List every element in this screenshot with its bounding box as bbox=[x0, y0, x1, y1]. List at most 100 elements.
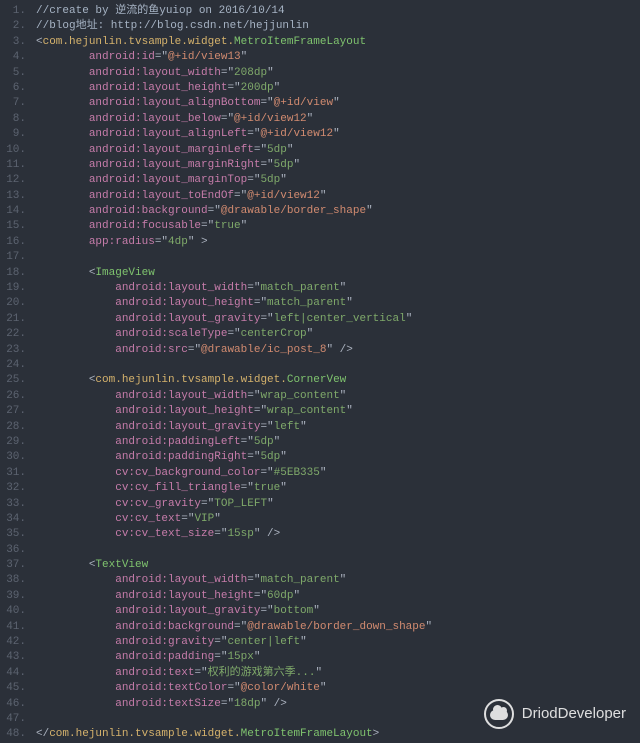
line-number: 37. bbox=[0, 558, 26, 573]
code-line: android:layout_width="match_parent" bbox=[36, 573, 640, 588]
line-number: 43. bbox=[0, 650, 26, 665]
code-line: <com.hejunlin.tvsample.widget.CornerVew bbox=[36, 373, 640, 388]
line-number: 9. bbox=[0, 127, 26, 142]
line-number: 35. bbox=[0, 527, 26, 542]
code-line: android:layout_below="@+id/view12" bbox=[36, 112, 640, 127]
code-line: android:layout_marginRight="5dp" bbox=[36, 158, 640, 173]
code-line: </com.hejunlin.tvsample.widget.MetroItem… bbox=[36, 727, 640, 742]
code-line: android:layout_width="208dp" bbox=[36, 66, 640, 81]
code-line: android:layout_width="match_parent" bbox=[36, 281, 640, 296]
line-number: 3. bbox=[0, 35, 26, 50]
code-line: android:layout_height="200dp" bbox=[36, 81, 640, 96]
code-line: android:background="@drawable/border_sha… bbox=[36, 204, 640, 219]
line-number: 36. bbox=[0, 543, 26, 558]
line-number: 33. bbox=[0, 497, 26, 512]
line-number: 17. bbox=[0, 250, 26, 265]
code-line: android:text="权利的游戏第六季..." bbox=[36, 666, 640, 681]
line-number: 46. bbox=[0, 697, 26, 712]
code-line: android:layout_gravity="left|center_vert… bbox=[36, 312, 640, 327]
line-number: 21. bbox=[0, 312, 26, 327]
line-number: 25. bbox=[0, 373, 26, 388]
line-number: 29. bbox=[0, 435, 26, 450]
code-line: android:layout_marginTop="5dp" bbox=[36, 173, 640, 188]
code-line: android:layout_toEndOf="@+id/view12" bbox=[36, 189, 640, 204]
line-number: 14. bbox=[0, 204, 26, 219]
line-number: 20. bbox=[0, 296, 26, 311]
code-line: android:layout_marginLeft="5dp" bbox=[36, 143, 640, 158]
code-line: //create by 逆流的鱼yuiop on 2016/10/14 bbox=[36, 4, 640, 19]
line-number: 11. bbox=[0, 158, 26, 173]
code-line: android:src="@drawable/ic_post_8" /> bbox=[36, 343, 640, 358]
code-line bbox=[36, 358, 640, 373]
line-number: 40. bbox=[0, 604, 26, 619]
line-number: 6. bbox=[0, 81, 26, 96]
line-number: 44. bbox=[0, 666, 26, 681]
line-number-gutter: 1.2.3.4.5.6.7.8.9.10.11.12.13.14.15.16.1… bbox=[0, 4, 36, 743]
code-line: android:scaleType="centerCrop" bbox=[36, 327, 640, 342]
code-line: //blog地址: http://blog.csdn.net/hejjunlin bbox=[36, 19, 640, 34]
line-number: 15. bbox=[0, 219, 26, 234]
line-number: 12. bbox=[0, 173, 26, 188]
code-line: android:textColor="@color/white" bbox=[36, 681, 640, 696]
line-number: 45. bbox=[0, 681, 26, 696]
line-number: 7. bbox=[0, 96, 26, 111]
line-number: 32. bbox=[0, 481, 26, 496]
line-number: 10. bbox=[0, 143, 26, 158]
line-number: 26. bbox=[0, 389, 26, 404]
code-line: <TextView bbox=[36, 558, 640, 573]
line-number: 18. bbox=[0, 266, 26, 281]
code-line bbox=[36, 250, 640, 265]
code-line: cv:cv_text="VIP" bbox=[36, 512, 640, 527]
line-number: 22. bbox=[0, 327, 26, 342]
code-line: android:layout_gravity="bottom" bbox=[36, 604, 640, 619]
code-line: android:layout_width="wrap_content" bbox=[36, 389, 640, 404]
line-number: 4. bbox=[0, 50, 26, 65]
line-number: 47. bbox=[0, 712, 26, 727]
line-number: 48. bbox=[0, 727, 26, 742]
code-line: android:paddingRight="5dp" bbox=[36, 450, 640, 465]
wechat-icon bbox=[484, 699, 514, 729]
line-number: 39. bbox=[0, 589, 26, 604]
line-number: 30. bbox=[0, 450, 26, 465]
code-line: android:layout_height="match_parent" bbox=[36, 296, 640, 311]
code-line: android:layout_height="wrap_content" bbox=[36, 404, 640, 419]
line-number: 13. bbox=[0, 189, 26, 204]
code-line: android:layout_alignBottom="@+id/view" bbox=[36, 96, 640, 111]
code-line: android:gravity="center|left" bbox=[36, 635, 640, 650]
code-line: android:focusable="true" bbox=[36, 219, 640, 234]
code-line bbox=[36, 543, 640, 558]
line-number: 31. bbox=[0, 466, 26, 481]
code-line: cv:cv_gravity="TOP_LEFT" bbox=[36, 497, 640, 512]
code-line: android:paddingLeft="5dp" bbox=[36, 435, 640, 450]
code-line: cv:cv_text_size="15sp" /> bbox=[36, 527, 640, 542]
watermark: DriodDeveloper bbox=[484, 699, 626, 729]
line-number: 19. bbox=[0, 281, 26, 296]
line-number: 27. bbox=[0, 404, 26, 419]
code-line: <com.hejunlin.tvsample.widget.MetroItemF… bbox=[36, 35, 640, 50]
code-line: cv:cv_background_color="#5EB335" bbox=[36, 466, 640, 481]
line-number: 42. bbox=[0, 635, 26, 650]
line-number: 41. bbox=[0, 620, 26, 635]
code-line: <ImageView bbox=[36, 266, 640, 281]
line-number: 23. bbox=[0, 343, 26, 358]
line-number: 2. bbox=[0, 19, 26, 34]
watermark-text: DriodDeveloper bbox=[522, 706, 626, 721]
code-line: cv:cv_fill_triangle="true" bbox=[36, 481, 640, 496]
line-number: 38. bbox=[0, 573, 26, 588]
code-line: android:layout_height="60dp" bbox=[36, 589, 640, 604]
code-line: android:layout_gravity="left" bbox=[36, 420, 640, 435]
code-area: //create by 逆流的鱼yuiop on 2016/10/14//blo… bbox=[36, 4, 640, 743]
line-number: 8. bbox=[0, 112, 26, 127]
code-line: android:id="@+id/view13" bbox=[36, 50, 640, 65]
line-number: 34. bbox=[0, 512, 26, 527]
line-number: 1. bbox=[0, 4, 26, 19]
code-line: android:background="@drawable/border_dow… bbox=[36, 620, 640, 635]
line-number: 24. bbox=[0, 358, 26, 373]
line-number: 28. bbox=[0, 420, 26, 435]
line-number: 16. bbox=[0, 235, 26, 250]
code-line: android:padding="15px" bbox=[36, 650, 640, 665]
code-editor: 1.2.3.4.5.6.7.8.9.10.11.12.13.14.15.16.1… bbox=[0, 0, 640, 743]
line-number: 5. bbox=[0, 66, 26, 81]
code-line: android:layout_alignLeft="@+id/view12" bbox=[36, 127, 640, 142]
code-line: app:radius="4dp" > bbox=[36, 235, 640, 250]
